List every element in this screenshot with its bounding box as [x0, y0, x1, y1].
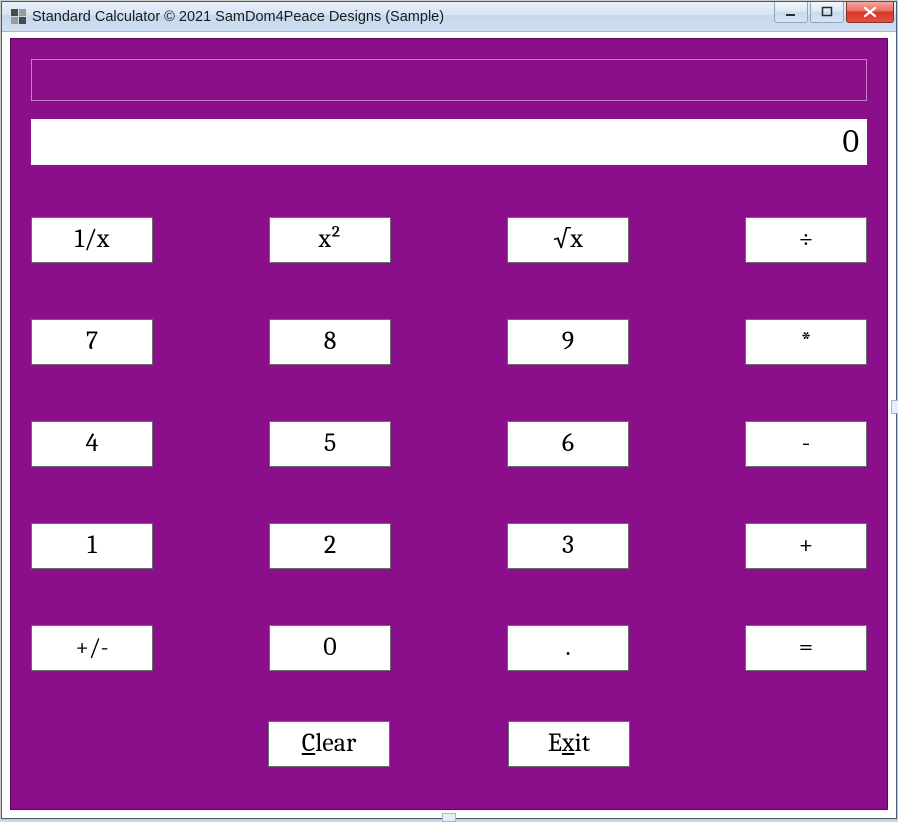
- exit-mnemonic: x: [562, 728, 575, 758]
- divide-button[interactable]: ÷: [745, 217, 867, 263]
- calculator-body: 0 1/x x² √x ÷ 7 8 9 * 4 5 6 - 1: [10, 38, 888, 810]
- reciprocal-button[interactable]: 1/x: [31, 217, 153, 263]
- exit-button[interactable]: Exit: [508, 721, 630, 767]
- window-title: Standard Calculator © 2021 SamDom4Peace …: [32, 9, 444, 25]
- sign-button[interactable]: +/-: [31, 625, 153, 671]
- digit-9-button[interactable]: 9: [507, 319, 629, 365]
- resize-handle-right-icon[interactable]: [891, 400, 898, 414]
- digit-8-button[interactable]: 8: [269, 319, 391, 365]
- equals-button[interactable]: =: [745, 625, 867, 671]
- resize-handle-bottom-icon[interactable]: [442, 813, 456, 822]
- keypad: 1/x x² √x ÷ 7 8 9 * 4 5 6 - 1 2 3 +: [31, 217, 867, 795]
- subtract-button[interactable]: -: [745, 421, 867, 467]
- history-display: [31, 59, 867, 101]
- digit-6-button[interactable]: 6: [507, 421, 629, 467]
- sqrt-button[interactable]: √x: [507, 217, 629, 263]
- digit-5-button[interactable]: 5: [269, 421, 391, 467]
- digit-4-button[interactable]: 4: [31, 421, 153, 467]
- decimal-button[interactable]: .: [507, 625, 629, 671]
- window-controls: [774, 2, 894, 23]
- add-button[interactable]: +: [745, 523, 867, 569]
- digit-3-button[interactable]: 3: [507, 523, 629, 569]
- maximize-button[interactable]: [810, 2, 844, 23]
- clear-mnemonic: C: [302, 728, 316, 758]
- square-button[interactable]: x²: [269, 217, 391, 263]
- clear-button[interactable]: Clear: [268, 721, 390, 767]
- multiply-button[interactable]: *: [745, 319, 867, 365]
- close-button[interactable]: [846, 2, 894, 23]
- app-window: Standard Calculator © 2021 SamDom4Peace …: [1, 1, 897, 819]
- app-icon: [10, 9, 26, 25]
- digit-0-button[interactable]: 0: [269, 625, 391, 671]
- digit-7-button[interactable]: 7: [31, 319, 153, 365]
- minimize-button[interactable]: [774, 2, 808, 23]
- digit-2-button[interactable]: 2: [269, 523, 391, 569]
- digit-1-button[interactable]: 1: [31, 523, 153, 569]
- title-bar[interactable]: Standard Calculator © 2021 SamDom4Peace …: [2, 2, 896, 32]
- main-display: 0: [31, 119, 867, 165]
